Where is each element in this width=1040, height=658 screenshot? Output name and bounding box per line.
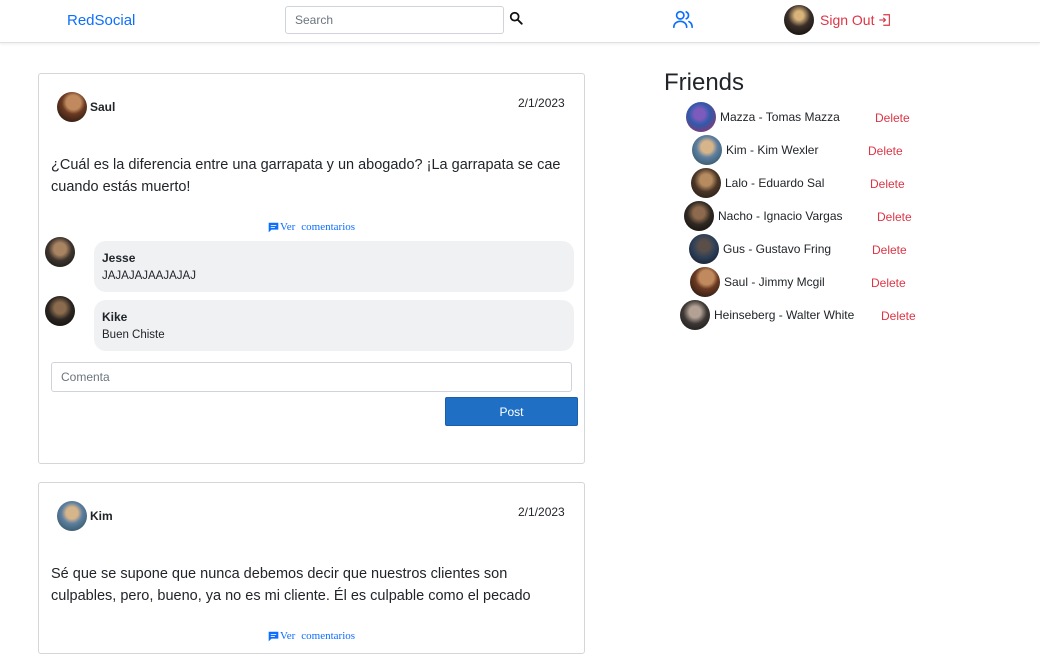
post-date: 2/1/2023 [518, 505, 565, 519]
friend-name[interactable]: Saul - Jimmy Mcgil [724, 275, 825, 289]
friend-item: Gus - Gustavo Fring [689, 234, 831, 264]
search-button[interactable] [508, 11, 524, 27]
magnifier-icon [509, 11, 523, 25]
friend-avatar[interactable] [691, 168, 721, 198]
view-label: Ver [280, 630, 296, 642]
view-label: Ver [280, 221, 296, 233]
post-author-avatar[interactable] [57, 92, 87, 122]
friend-delete-button[interactable]: Delete [875, 111, 910, 125]
view-comments-link[interactable]: Ver comentarios [268, 630, 355, 642]
friend-avatar[interactable] [686, 102, 716, 132]
sign-out-button[interactable]: Sign Out [820, 12, 892, 28]
friends-title: Friends [664, 69, 745, 96]
friend-delete-button[interactable]: Delete [872, 243, 907, 257]
post-text: ¿Cuál es la diferencia entre una garrapa… [51, 157, 561, 195]
friend-item: Heinseberg - Walter White [680, 300, 854, 330]
friend-item: Saul - Jimmy Mcgil [690, 267, 825, 297]
friend-avatar[interactable] [692, 135, 722, 165]
search-input[interactable] [285, 6, 504, 34]
friend-item: Nacho - Ignacio Vargas [684, 201, 843, 231]
friend-name[interactable]: Nacho - Ignacio Vargas [718, 209, 843, 223]
friend-name[interactable]: Mazza - Tomas Mazza [720, 110, 840, 124]
friend-delete-button[interactable]: Delete [881, 309, 916, 323]
user-avatar[interactable] [784, 5, 814, 35]
friend-delete-button[interactable]: Delete [868, 144, 903, 158]
post-date: 2/1/2023 [518, 96, 565, 110]
post-card: Kim 2/1/2023 Sé que se supone que nunca … [38, 482, 585, 654]
friend-name[interactable]: Lalo - Eduardo Sal [725, 176, 824, 190]
post-author-avatar[interactable] [57, 501, 87, 531]
post-card: Saul 2/1/2023 ¿Cuál es la diferencia ent… [38, 73, 585, 464]
friend-name[interactable]: Gus - Gustavo Fring [723, 242, 831, 256]
friend-item: Kim - Kim Wexler [692, 135, 818, 165]
post-author[interactable]: Kim [90, 509, 113, 523]
comment-avatar[interactable] [45, 237, 75, 267]
comment-bubble: Kike Buen Chiste [94, 300, 574, 351]
comment-icon [268, 631, 279, 641]
friend-delete-button[interactable]: Delete [871, 276, 906, 290]
comment-author: Jesse [102, 251, 136, 265]
brand-link[interactable]: RedSocial [67, 12, 135, 29]
friend-item: Lalo - Eduardo Sal [691, 168, 824, 198]
comment-author: Kike [102, 310, 128, 324]
friend-name[interactable]: Heinseberg - Walter White [714, 308, 854, 322]
friend-delete-button[interactable]: Delete [877, 210, 912, 224]
comment-avatar[interactable] [45, 296, 75, 326]
comments-label: comentarios [301, 630, 356, 642]
friend-avatar[interactable] [689, 234, 719, 264]
sign-out-label: Sign Out [820, 12, 875, 28]
friend-item: Mazza - Tomas Mazza [686, 102, 840, 132]
comment-icon [268, 222, 279, 232]
comment-input[interactable] [51, 362, 572, 392]
comment-bubble: Jesse JAJAJAJAAJAJAJ [94, 241, 574, 292]
comment-text: Buen Chiste [102, 329, 165, 341]
comment-text: JAJAJAJAAJAJAJ [102, 270, 196, 282]
friend-avatar[interactable] [690, 267, 720, 297]
post-button[interactable]: Post [445, 397, 578, 426]
logout-icon [879, 14, 891, 26]
comments-label: comentarios [301, 221, 356, 233]
friend-avatar[interactable] [680, 300, 710, 330]
friend-delete-button[interactable]: Delete [870, 177, 905, 191]
navbar: RedSocial Sign Out [0, 0, 1040, 43]
friend-avatar[interactable] [684, 201, 714, 231]
view-comments-link[interactable]: Ver comentarios [268, 221, 355, 233]
friend-name[interactable]: Kim - Kim Wexler [726, 143, 818, 157]
post-author[interactable]: Saul [90, 100, 115, 114]
post-text: Sé que se supone que nunca debemos decir… [51, 566, 531, 604]
users-icon[interactable] [672, 8, 694, 30]
